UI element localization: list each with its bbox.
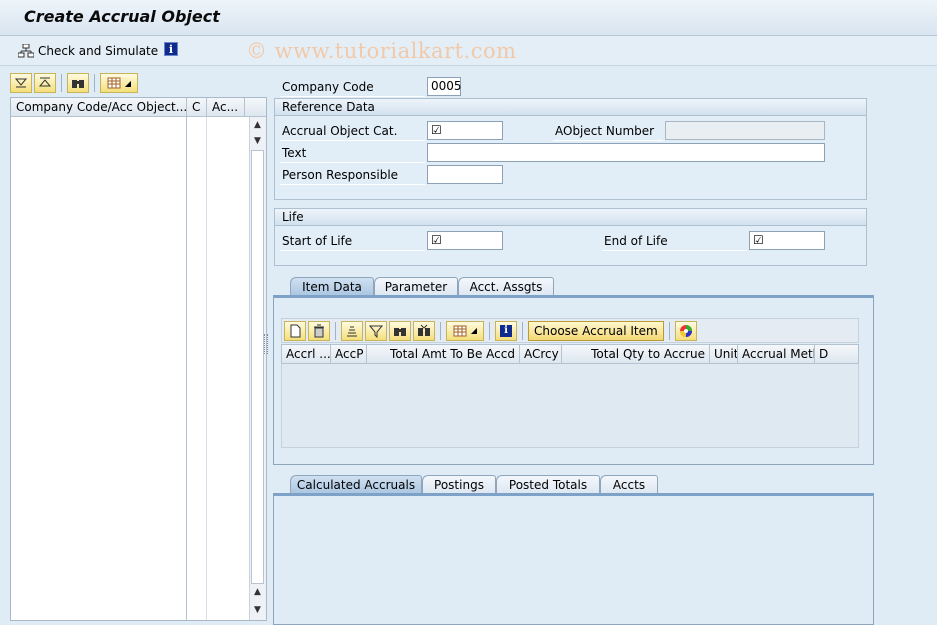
tree-toolbar: ◢: [10, 72, 138, 94]
scroll-down-icon[interactable]: ▼: [254, 605, 261, 615]
toolbar-separator: [668, 321, 670, 340]
company-code-field[interactable]: 0005: [427, 77, 462, 96]
info-icon[interactable]: i: [495, 320, 517, 341]
create-document-icon[interactable]: [284, 320, 306, 341]
column-header-accrl[interactable]: Accrl ...: [282, 345, 331, 363]
reference-data-title: Reference Data: [275, 99, 866, 116]
toolbar-separator: [335, 321, 336, 340]
tab-accts[interactable]: Accts: [600, 475, 658, 495]
item-grid-header: Accrl ... AccP Total Amt To Be Accd ACrc…: [281, 344, 859, 364]
scroll-up-icon[interactable]: ▲: [254, 587, 261, 597]
column-header-accrual-meth[interactable]: Accrual Meth: [738, 345, 815, 363]
label-underline: [280, 184, 425, 185]
column-header-total-qty[interactable]: Total Qty to Accrue: [562, 345, 710, 363]
life-title: Life: [275, 209, 866, 226]
label-underline: [602, 250, 747, 251]
layout-menu-icon[interactable]: ◢: [446, 320, 484, 341]
check-and-simulate-button[interactable]: Check and Simulate: [18, 41, 158, 61]
toolbar-separator: [489, 321, 490, 340]
end-of-life-label: End of Life: [604, 234, 668, 248]
column-divider: [186, 117, 187, 620]
hierarchy-icon: [18, 44, 34, 58]
find-next-icon[interactable]: [413, 320, 435, 341]
find-binoculars-icon[interactable]: [389, 320, 411, 341]
label-underline: [280, 140, 425, 141]
sort-icon[interactable]: [341, 320, 363, 341]
column-header-company-code[interactable]: Company Code/Acc Object...: [11, 98, 187, 116]
object-tree-grid: [10, 97, 267, 621]
find-binoculars-icon[interactable]: [67, 73, 89, 93]
item-grid-body: [281, 364, 859, 448]
end-of-life-field[interactable]: [749, 231, 825, 250]
label-underline: [280, 96, 425, 97]
toolbar-separator: [61, 74, 62, 92]
column-header-c[interactable]: C: [187, 98, 207, 116]
toolbar-separator: [94, 74, 95, 92]
expand-all-icon[interactable]: [10, 73, 32, 93]
aobject-number-label: AObject Number: [555, 124, 655, 138]
toolbar-separator: [522, 321, 523, 340]
label-underline: [280, 250, 425, 251]
text-label: Text: [282, 146, 307, 160]
column-header-total-amt[interactable]: Total Amt To Be Accd: [367, 345, 520, 363]
column-header-ac[interactable]: Ac...: [207, 98, 245, 116]
filter-icon[interactable]: [365, 320, 387, 341]
accrual-object-cat-field[interactable]: [427, 121, 503, 140]
tab-posted-totals[interactable]: Posted Totals: [496, 475, 600, 495]
person-responsible-field[interactable]: [427, 165, 503, 184]
panel-splitter[interactable]: [264, 334, 268, 354]
tab-postings[interactable]: Postings: [422, 475, 496, 495]
info-icon[interactable]: i: [164, 42, 178, 56]
company-code-label: Company Code: [282, 80, 374, 94]
accrual-object-cat-label: Accrual Object Cat.: [282, 124, 398, 138]
person-responsible-label: Person Responsible: [282, 168, 399, 182]
label-underline: [553, 140, 663, 141]
item-grid-toolbar: ◢ i Choose Accrual Item: [281, 318, 859, 343]
column-divider: [206, 117, 207, 620]
column-header-acrcy[interactable]: ACrcy: [520, 345, 562, 363]
text-field[interactable]: [427, 143, 825, 162]
column-header-accp[interactable]: AccP: [331, 345, 367, 363]
tab-acct-assgts[interactable]: Acct. Assgts: [458, 277, 554, 297]
delete-trash-icon[interactable]: [308, 320, 330, 341]
column-header-unit[interactable]: Unit: [710, 345, 738, 363]
scroll-up-icon[interactable]: ▲: [254, 120, 261, 130]
page-title: Create Accrual Object: [24, 7, 220, 26]
start-of-life-field[interactable]: [427, 231, 503, 250]
check-and-simulate-label: Check and Simulate: [38, 44, 159, 58]
calculated-accruals-tab-body: [273, 493, 874, 625]
collapse-all-icon[interactable]: [34, 73, 56, 93]
tree-column-headers: Company Code/Acc Object... C Ac...: [11, 98, 266, 117]
tab-calculated-accruals[interactable]: Calculated Accruals: [290, 475, 422, 495]
scroll-down-icon[interactable]: ▼: [254, 136, 261, 146]
column-header-d[interactable]: D: [815, 345, 858, 363]
label-underline: [280, 162, 425, 163]
start-of-life-label: Start of Life: [282, 234, 353, 248]
watermark: © www.tutorialkart.com: [246, 39, 517, 63]
color-wheel-icon[interactable]: [674, 320, 697, 341]
tab-item-data[interactable]: Item Data: [290, 277, 374, 297]
toolbar-separator: [440, 321, 441, 340]
aobject-number-field: [665, 121, 825, 140]
choose-accrual-item-button[interactable]: Choose Accrual Item: [528, 320, 664, 341]
layout-menu-icon[interactable]: ◢: [100, 73, 138, 93]
tab-parameter[interactable]: Parameter: [374, 277, 458, 297]
scrollbar-thumb[interactable]: [251, 150, 264, 584]
